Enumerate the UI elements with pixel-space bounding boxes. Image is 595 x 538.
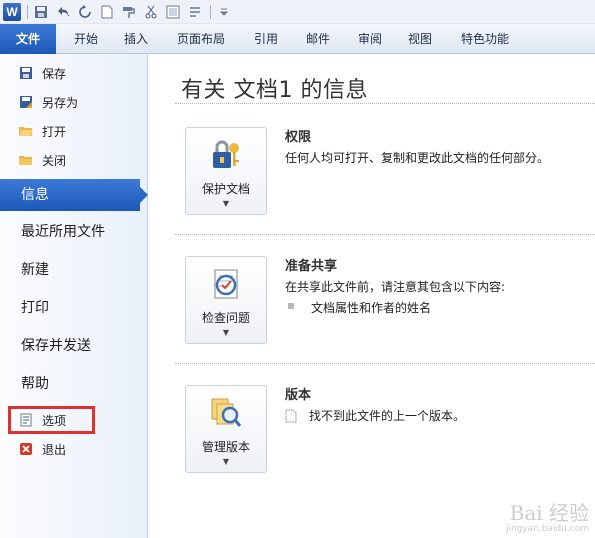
separator bbox=[210, 4, 211, 19]
divider bbox=[175, 234, 595, 235]
page-title: 有关 文档1 的信息 bbox=[181, 78, 368, 103]
permissions-heading: 权限 bbox=[285, 130, 312, 145]
protect-document-button[interactable]: 保护文档 ▼ bbox=[185, 127, 267, 215]
save-icon[interactable] bbox=[31, 2, 51, 22]
check-document-icon bbox=[214, 269, 238, 299]
versions-text: 找不到此文件的上一个版本。 bbox=[309, 409, 466, 423]
redo-icon[interactable] bbox=[75, 2, 95, 22]
permissions-text: 任何人均可打开、复制和更改此文档的任何部分。 bbox=[285, 151, 550, 165]
manage-versions-button[interactable]: 管理版本 ▼ bbox=[185, 385, 267, 473]
divider bbox=[175, 103, 595, 104]
save-icon bbox=[18, 65, 34, 81]
prepare-heading: 准备共享 bbox=[285, 259, 338, 274]
nav-print[interactable]: 打印 bbox=[0, 292, 148, 324]
nav-exit-label: 退出 bbox=[42, 442, 67, 457]
exit-icon bbox=[18, 441, 34, 457]
format-painter-icon[interactable] bbox=[119, 2, 139, 22]
bullets-icon[interactable] bbox=[185, 2, 205, 22]
dropdown-arrow-icon: ▼ bbox=[222, 457, 230, 466]
cut-icon[interactable] bbox=[141, 2, 161, 22]
nav-open[interactable]: 打开 bbox=[18, 120, 66, 142]
tab-references[interactable]: 引用 bbox=[244, 24, 288, 54]
undo-icon[interactable] bbox=[53, 2, 73, 22]
tab-start[interactable]: 开始 bbox=[64, 24, 108, 54]
close-folder-icon bbox=[18, 152, 34, 168]
manage-versions-label: 管理版本 bbox=[201, 440, 250, 454]
options-highlight-box bbox=[8, 406, 95, 434]
tab-layout[interactable]: 页面布局 bbox=[168, 24, 234, 54]
tab-insert[interactable]: 插入 bbox=[114, 24, 158, 54]
watermark: Bai 经验 jingyan.baidu.com bbox=[506, 497, 589, 534]
nav-exit[interactable]: 退出 bbox=[18, 438, 66, 460]
backstage-nav: 保存 另存为 打开 关闭 信息 最近所用文件 新建 打印 保存并发送 帮助 选项… bbox=[0, 54, 148, 538]
nav-recent[interactable]: 最近所用文件 bbox=[0, 216, 148, 248]
watermark-url: jingyan.baidu.com bbox=[505, 524, 589, 534]
nav-save-as-label: 另存为 bbox=[42, 95, 79, 110]
save-as-icon bbox=[18, 94, 34, 110]
quick-access-toolbar: W bbox=[0, 0, 595, 24]
nav-close-label: 关闭 bbox=[42, 153, 67, 168]
word-logo-icon[interactable]: W bbox=[2, 2, 22, 22]
separator bbox=[27, 4, 28, 19]
versions-heading: 版本 bbox=[285, 388, 312, 403]
info-panel: 有关 文档1 的信息 保护文档 ▼ 权限 任何人均可打开、复制和更改此文档的任何… bbox=[149, 54, 595, 538]
customize-icon[interactable] bbox=[214, 2, 234, 22]
print-preview-icon[interactable] bbox=[163, 2, 183, 22]
open-folder-icon bbox=[18, 123, 34, 139]
new-doc-icon[interactable] bbox=[97, 2, 117, 22]
nav-help[interactable]: 帮助 bbox=[0, 368, 148, 400]
nav-close[interactable]: 关闭 bbox=[18, 149, 66, 171]
nav-save-as[interactable]: 另存为 bbox=[18, 91, 78, 113]
lock-key-icon bbox=[213, 140, 239, 168]
ribbon-tab-bar: 文件 开始 插入 页面布局 引用 邮件 审阅 视图 特色功能 bbox=[0, 24, 595, 54]
tab-review[interactable]: 审阅 bbox=[348, 24, 392, 54]
dropdown-arrow-icon: ▼ bbox=[222, 328, 230, 337]
check-for-issues-button[interactable]: 检查问题 ▼ bbox=[185, 256, 267, 344]
prepare-text: 在共享此文件前，请注意其包含以下内容: bbox=[285, 280, 506, 294]
word-logo-letter: W bbox=[3, 2, 21, 21]
versions-icon bbox=[211, 398, 242, 427]
nav-save-label: 保存 bbox=[42, 66, 67, 81]
tab-mailings[interactable]: 邮件 bbox=[296, 24, 340, 54]
protect-document-label: 保护文档 bbox=[201, 182, 250, 196]
dropdown-arrow-icon: ▼ bbox=[222, 199, 230, 208]
watermark-brand: Bai 经验 bbox=[509, 501, 589, 525]
prepare-bullet-text: 文档属性和作者的姓名 bbox=[311, 301, 432, 315]
tab-view[interactable]: 视图 bbox=[398, 24, 442, 54]
versions-row: 找不到此文件的上一个版本。 bbox=[285, 407, 465, 424]
nav-save-send[interactable]: 保存并发送 bbox=[0, 330, 148, 362]
tab-special-features[interactable]: 特色功能 bbox=[452, 24, 518, 54]
nav-save[interactable]: 保存 bbox=[18, 62, 66, 84]
divider bbox=[175, 363, 595, 364]
nav-open-label: 打开 bbox=[42, 124, 67, 139]
check-for-issues-label: 检查问题 bbox=[201, 311, 250, 325]
nav-info[interactable]: 信息 bbox=[0, 179, 148, 211]
nav-new[interactable]: 新建 bbox=[0, 254, 148, 286]
document-icon bbox=[285, 409, 299, 423]
tab-file[interactable]: 文件 bbox=[0, 24, 56, 54]
bullet-marker bbox=[288, 303, 294, 309]
